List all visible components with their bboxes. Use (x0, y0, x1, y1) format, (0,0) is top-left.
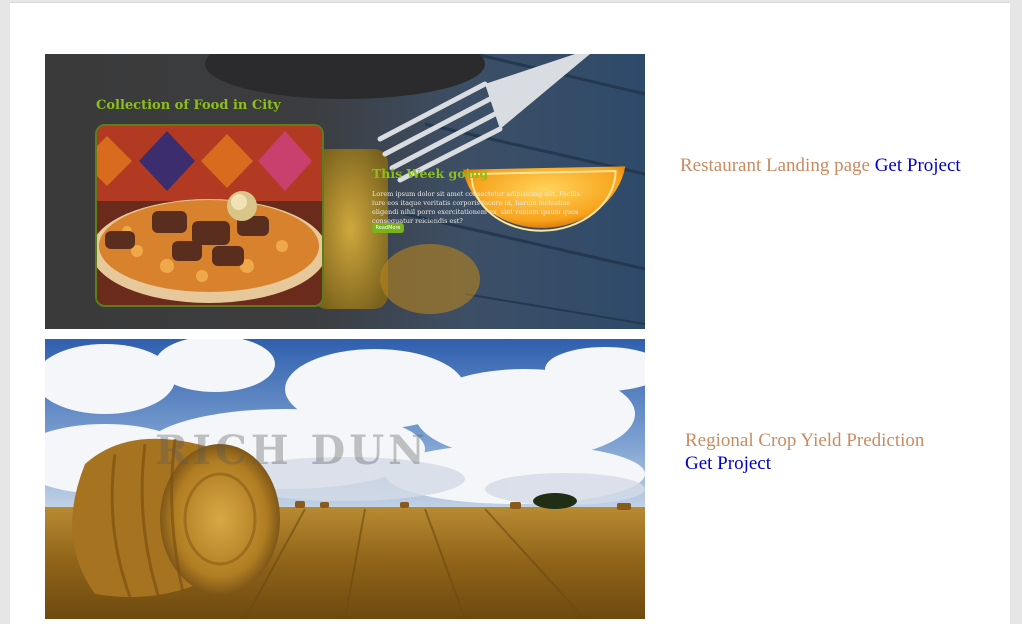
restaurant-preview-image: Collection of Food in City This Week goi… (45, 54, 645, 329)
food-photo (95, 124, 324, 307)
project-title: Restaurant Landing page (680, 155, 870, 176)
image-watermark: RICH DUN (155, 427, 429, 474)
project-info: Regional Crop Yield Prediction Get Proje… (685, 429, 965, 475)
project-row-crop-yield: RICH DUN Regional Crop Yield Prediction … (45, 339, 1005, 624)
hay-field-photo (45, 339, 645, 619)
preview-body-text: Lorem ipsum dolor sit amet consectetur a… (372, 190, 581, 225)
crop-preview-image: RICH DUN (45, 339, 645, 619)
project-row-restaurant: Collection of Food in City This Week goi… (45, 54, 1005, 329)
get-project-link[interactable]: Get Project (875, 155, 961, 176)
get-project-link[interactable]: Get Project (685, 453, 771, 474)
preview-readmore-button: ReadMore (372, 223, 404, 233)
project-title: Regional Crop Yield Prediction (685, 430, 925, 451)
project-info: Restaurant Landing page Get Project (680, 154, 1000, 177)
preview-heading: Collection of Food in City (96, 98, 281, 113)
page: Collection of Food in City This Week goi… (10, 2, 1010, 624)
preview-subheading: This Week going (372, 166, 489, 181)
